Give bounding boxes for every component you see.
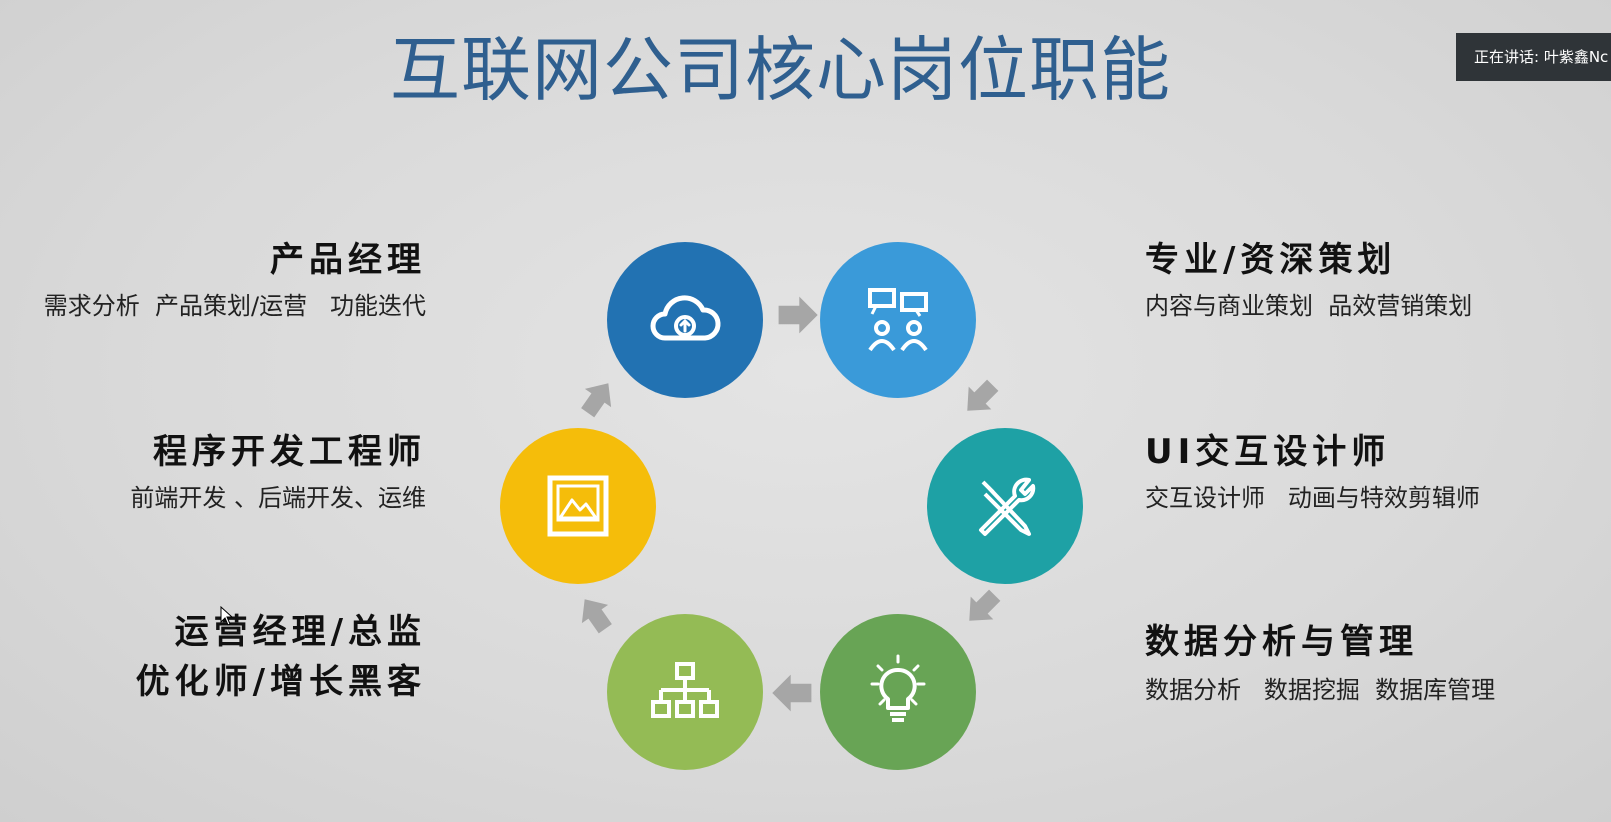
team-presentation-icon [868, 288, 928, 352]
arrow-down-right [967, 379, 999, 411]
role-title-planner: 专业/资深策划 [1145, 240, 1397, 280]
role-title-ui-designer: UI交互设计师 [1145, 432, 1391, 472]
role-desc-planner: 内容与商业策划 品效营销策划 [1145, 292, 1473, 320]
arrow-up-left-top [581, 383, 612, 418]
org-chart-icon [651, 662, 719, 718]
arrow-down-left [969, 589, 1001, 621]
arrow-right-top [778, 296, 818, 334]
tools-icon [979, 477, 1036, 536]
speaker-badge: 正在讲话: 叶紫鑫Nc [1456, 33, 1611, 81]
role-title-product-manager: 产品经理 [270, 240, 426, 280]
role-title-data: 数据分析与管理 [1145, 622, 1418, 662]
role-title-operations-line2: 优化师/增长黑客 [135, 662, 426, 702]
circle-team [820, 242, 976, 398]
mouse-cursor-icon [220, 606, 234, 626]
circle-tools [927, 428, 1083, 584]
circle-cloud [607, 242, 763, 398]
role-title-operations-line1: 运营经理/总监 [174, 612, 426, 652]
circle-idea [820, 614, 976, 770]
lightbulb-icon [870, 654, 926, 722]
arrow-left-bottom [772, 674, 812, 712]
role-desc-product-manager: 需求分析 产品策划/运营 功能迭代 [43, 292, 426, 320]
role-title-developer: 程序开发工程师 [153, 432, 426, 472]
role-desc-ui-designer: 交互设计师 动画与特效剪辑师 [1145, 484, 1480, 512]
role-desc-data: 数据分析 数据挖掘 数据库管理 [1145, 676, 1496, 704]
image-icon [547, 475, 609, 537]
circle-image [500, 428, 656, 584]
cloud-upload-icon [650, 295, 721, 341]
slide-title: 互联网公司核心岗位职能 [390, 29, 1171, 111]
role-desc-developer: 前端开发 、后端开发、运维 [130, 484, 426, 512]
arrow-up-left-bottom [581, 599, 612, 634]
circle-hierarchy [607, 614, 763, 770]
